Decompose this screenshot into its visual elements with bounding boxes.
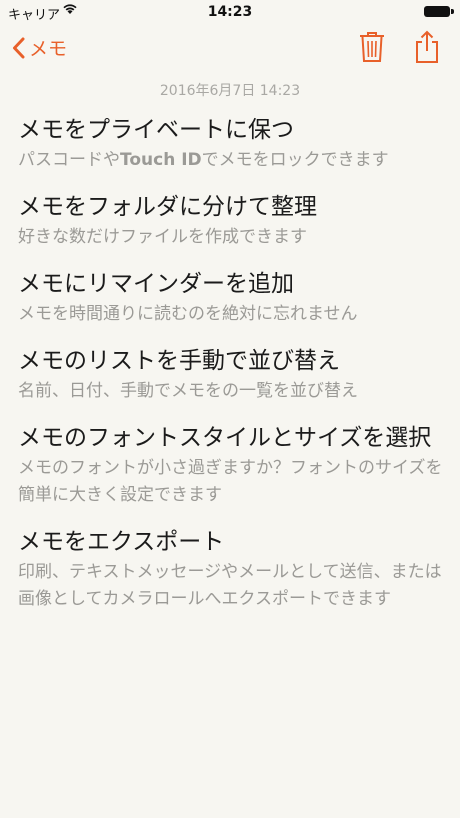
note-item: メモのフォントスタイルとサイズを選択 メモのフォントが小さ過ぎますか？フォントの… [18, 421, 448, 509]
trash-button[interactable] [358, 31, 386, 67]
note-item: メモにリマインダーを追加 メモを時間通りに読むのを絶対に忘れません [18, 267, 448, 328]
share-button[interactable] [414, 30, 440, 68]
back-button[interactable]: メモ [12, 34, 67, 61]
share-icon [416, 30, 438, 63]
battery-icon [424, 6, 450, 17]
note-heading: メモのフォントスタイルとサイズを選択 [18, 425, 432, 451]
note-heading: メモのリストを手動で並び替え [18, 348, 340, 374]
note-description: 好きな数だけファイルを作成できます [18, 227, 307, 247]
note-heading: メモをエクスポート [18, 529, 225, 555]
note-body[interactable]: メモをプライベートに保つ パスコードやTouch IDでメモをロックできます メ… [18, 113, 448, 629]
note-item: メモをフォルダに分けて整理 好きな数だけファイルを作成できます [18, 190, 448, 251]
status-bar: キャリア 14:23 [0, 0, 460, 24]
chevron-left-icon [13, 37, 25, 58]
note-item: メモのリストを手動で並び替え 名前、日付、手動でメモをの一覧を並び替え [18, 344, 448, 405]
note-item: メモをエクスポート 印刷、テキストメッセージやメールとして送信、または画像として… [18, 525, 448, 613]
note-date: 2016年6月7日 14:23 [159, 83, 301, 99]
note-description: メモを時間通りに読むのを絶対に忘れません [18, 304, 358, 324]
trash-icon [360, 32, 384, 62]
back-label: メモ [29, 38, 68, 60]
clock: 14:23 [207, 4, 253, 20]
note-heading: メモにリマインダーを追加 [18, 271, 294, 297]
note-item: メモをプライベートに保つ パスコードやTouch IDでメモをロックできます [18, 113, 448, 174]
note-description: 印刷、テキストメッセージやメールとして送信、または画像としてカメラロールへエクス… [18, 562, 442, 609]
note-description: 名前、日付、手動でメモをの一覧を並び替え [18, 381, 358, 401]
note-heading: メモをプライベートに保つ [18, 117, 294, 143]
note-description: メモのフォントが小さ過ぎますか？フォントのサイズを簡単に大きく設定できます [18, 458, 443, 505]
note-description: パスコードやTouch IDでメモをロックできます [18, 150, 389, 170]
battery-tip [451, 9, 454, 14]
note-heading: メモをフォルダに分けて整理 [18, 194, 317, 220]
navigation-bar: メモ [0, 24, 460, 74]
